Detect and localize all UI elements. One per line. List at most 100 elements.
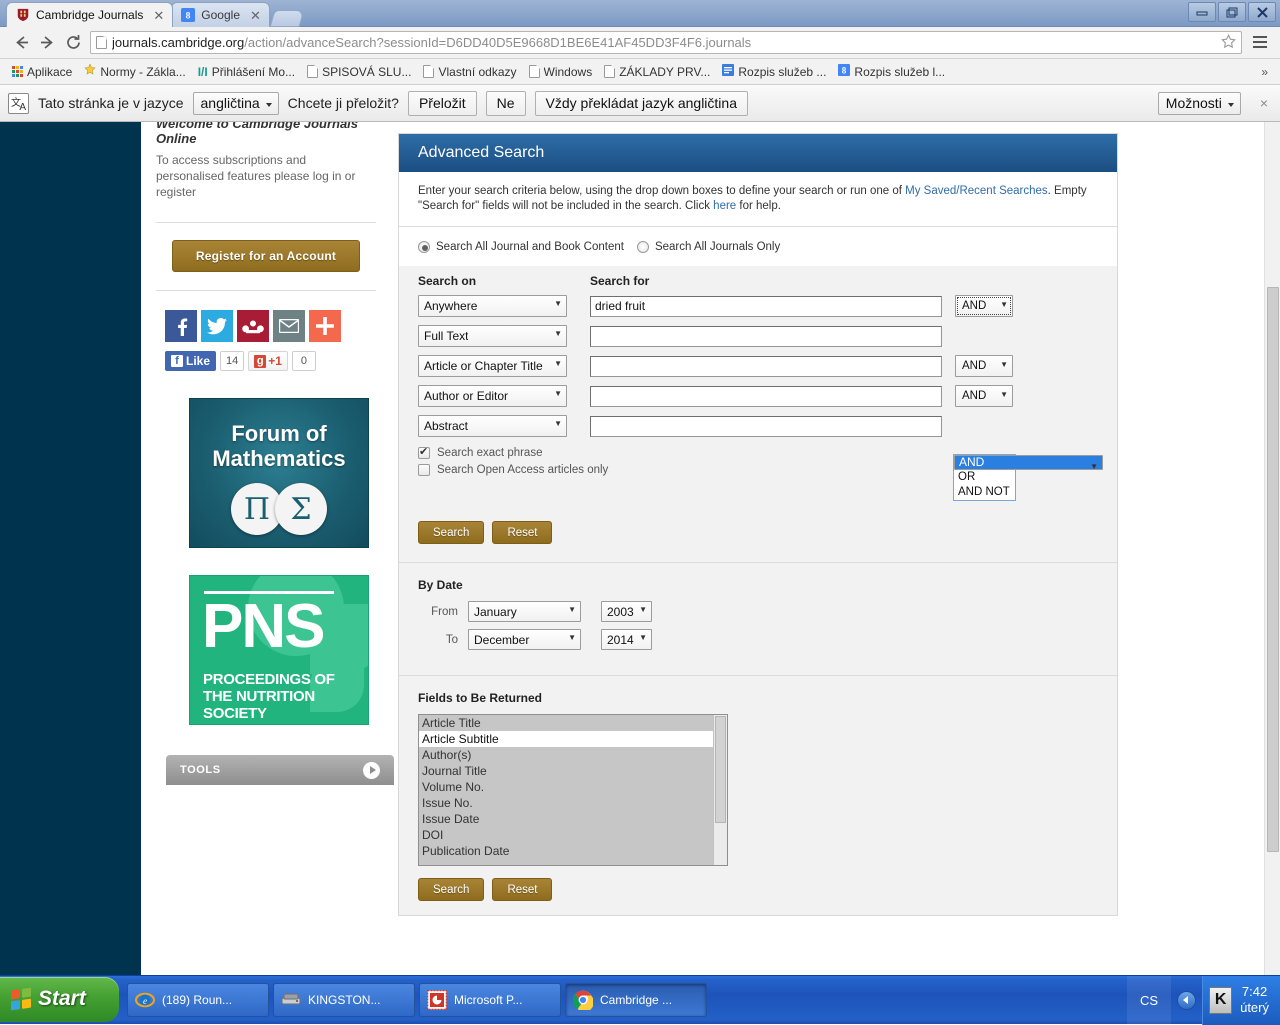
dropdown-option-and-not[interactable]: AND NOT [954,485,1015,500]
pns-banner[interactable]: PNS PROCEEDINGS OF THE NUTRITION SOCIETY [189,575,369,725]
reload-icon[interactable] [60,30,86,56]
show-hidden-icons-icon[interactable] [1177,990,1197,1010]
from-month-select[interactable]: January [468,601,581,622]
radio-journal-and-book-content[interactable]: Search All Journal and Book Content [418,241,624,253]
list-item[interactable]: Issue No. [419,795,713,811]
taskbar-item-kingston[interactable]: KINGSTON... [273,983,415,1017]
my-saved-recent-searches-link[interactable]: My Saved/Recent Searches [905,185,1048,197]
list-item[interactable]: DOI [419,827,713,843]
bookmark-rozpis-sluzeb-2[interactable]: 8 Rozpis služeb l... [832,62,951,81]
list-item[interactable]: Issue Date [419,811,713,827]
taskbar-label: (189) Roun... [162,993,233,1007]
search-text-input-4[interactable] [590,385,942,407]
start-button[interactable]: Start [0,976,119,1022]
tab-cambridge-journals[interactable]: Cambridge Journals ✕ [6,2,174,27]
help-here-link[interactable]: here [713,200,736,212]
chrome-menu-icon[interactable] [1248,30,1272,56]
bookmark-spisova-sluzba[interactable]: SPISOVÁ SLU... [301,63,417,81]
email-icon[interactable] [273,310,305,342]
mendeley-icon[interactable] [237,310,269,342]
boolean-operator-select-3[interactable]: AND [955,355,1013,377]
bookmark-normy[interactable]: Normy - Zákla... [78,62,191,81]
bookmark-windows[interactable]: Windows [523,63,599,81]
radio-journals-only[interactable]: Search All Journals Only [636,241,780,253]
search-field-select-4[interactable]: Author or Editor [418,385,567,407]
search-text-input-1[interactable]: dried fruit [590,295,942,317]
facebook-icon[interactable] [165,310,197,342]
list-item[interactable]: Article Subtitle [419,731,713,747]
address-bar[interactable]: journals.cambridge.org/action/advanceSea… [90,31,1242,54]
search-text-input-5[interactable] [590,415,942,437]
list-item[interactable]: Volume No. [419,779,713,795]
list-item[interactable]: Article Title [419,715,713,731]
search-field-select-5[interactable]: Abstract [418,415,567,437]
list-item[interactable]: Author(s) [419,747,713,763]
bottom-action-buttons: Search Reset [418,878,1117,901]
listbox-scrollbar[interactable] [713,715,727,865]
fields-returned-listbox[interactable]: Article Title Article Subtitle Author(s)… [418,714,728,866]
bottom-search-button[interactable]: Search [418,878,485,901]
language-indicator[interactable]: CS [1127,975,1172,1025]
kingston-icon[interactable]: K [1209,986,1233,1014]
dropdown-option-and[interactable]: AND [954,455,1103,474]
twitter-icon[interactable] [201,310,233,342]
forum-of-mathematics-banner[interactable]: Forum of Mathematics Π Σ [189,398,369,548]
reset-button[interactable]: Reset [492,521,553,544]
bottom-reset-button[interactable]: Reset [492,878,553,901]
search-field-select-3[interactable]: Article or Chapter Title [418,355,567,377]
minimize-icon[interactable] [1188,2,1216,22]
back-arrow-icon[interactable] [8,30,34,56]
bookmark-zaklady-prv[interactable]: ZÁKLADY PRV... [598,63,716,81]
bookmark-aplikace[interactable]: Aplikace [6,63,78,81]
to-month-select[interactable]: December [468,629,581,650]
taskbar-item-cambridge-chrome[interactable]: Cambridge ... [565,983,707,1017]
bookmark-prihlaseni[interactable]: I/I Přihlášení Mo... [192,63,301,81]
taskbar-item-internet-explorer[interactable]: e (189) Roun... [127,983,269,1017]
search-text-input-2[interactable] [590,325,942,347]
new-tab-button[interactable] [269,10,305,27]
forward-arrow-icon[interactable] [34,30,60,56]
gplus-count: 0 [291,351,316,371]
bookmark-rozpis-sluzeb[interactable]: Rozpis služeb ... [716,62,832,81]
to-year-select[interactable]: 2014 [601,629,652,650]
register-for-account-button[interactable]: Register for an Account [172,240,360,272]
tab-close-icon[interactable]: ✕ [250,9,261,22]
tools-panel-header[interactable]: TOOLS [166,755,394,785]
boolean-operator-select-4[interactable]: AND [955,385,1013,407]
search-text-input-3[interactable] [590,355,942,377]
from-year-select[interactable]: 2003 [601,601,652,622]
page-scroll-thumb[interactable] [1267,287,1279,852]
share-more-icon[interactable] [309,310,341,342]
search-button[interactable]: Search [418,521,485,544]
list-item[interactable]: Publication Date [419,843,713,859]
search-field-select-1[interactable]: Anywhere [418,295,567,317]
boolean-operator-dropdown-open[interactable]: AND OR AND NOT [953,454,1103,501]
dropdown-option-or[interactable]: OR [954,470,1015,485]
clock[interactable]: 7:42 úterý [1240,984,1269,1016]
list-item[interactable]: Journal Title [419,763,713,779]
bookmark-star-icon[interactable] [1221,33,1236,52]
listbox-scroll-thumb[interactable] [715,716,726,823]
tab-google[interactable]: 8 Google ✕ [171,2,270,27]
translate-language-select[interactable]: angličtina [192,91,279,115]
social-counters: f Like 14 g +1 0 [165,351,376,371]
infobar-close-icon[interactable]: × [1256,95,1272,111]
search-field-select-2[interactable]: Full Text [418,325,567,347]
select-value: December [474,632,530,647]
input-value: dried fruit [595,299,646,313]
translate-always-button[interactable]: Vždy překládat jazyk angličtina [534,90,748,116]
translate-button[interactable]: Přeložit [407,90,477,116]
bookmark-vlastni-odkazy[interactable]: Vlastní odkazy [417,63,522,81]
bookmarks-overflow-icon[interactable]: » [1255,65,1274,79]
google-plus-one-button[interactable]: g +1 [248,351,288,371]
boolean-operator-select-1[interactable]: AND [955,295,1013,317]
radio-icon-selected [418,241,430,253]
translate-no-button[interactable]: Ne [485,90,526,116]
maximize-icon[interactable] [1218,2,1246,22]
tab-close-icon[interactable]: ✕ [153,9,164,22]
page-scrollbar[interactable] [1264,122,1280,975]
close-icon[interactable] [1248,2,1276,22]
facebook-like-button[interactable]: f Like [165,351,217,371]
translate-options-button[interactable]: Možnosti [1157,91,1241,115]
taskbar-item-powerpoint[interactable]: Microsoft P... [419,983,561,1017]
